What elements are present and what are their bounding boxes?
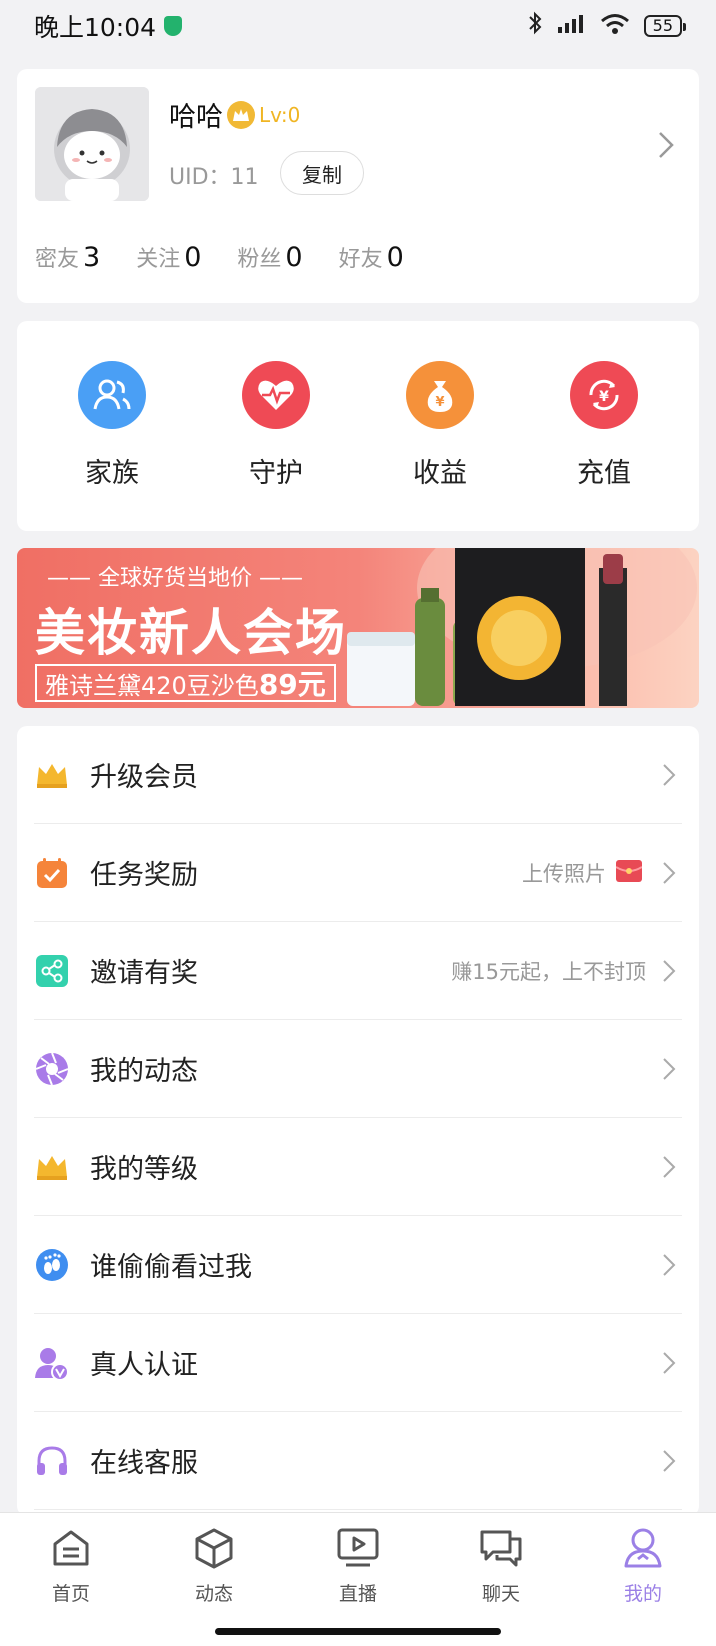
home-icon bbox=[53, 1530, 89, 1566]
chevron-right-icon bbox=[656, 857, 682, 889]
wifi-icon bbox=[600, 12, 630, 41]
menu-item-invite-rewards[interactable]: 邀请有奖 赚15元起，上不封顶 bbox=[34, 922, 682, 1020]
avatar[interactable] bbox=[35, 87, 149, 201]
copy-uid-button[interactable]: 复制 bbox=[280, 151, 364, 195]
heartbeat-icon bbox=[242, 361, 310, 429]
tab-live[interactable]: 直播 bbox=[313, 1527, 403, 1606]
chevron-right-icon bbox=[656, 1445, 682, 1477]
profile-icon bbox=[624, 1528, 662, 1568]
quick-action-label: 充值 bbox=[577, 458, 631, 489]
user-name: 哈哈 bbox=[169, 102, 223, 133]
menu-item-my-moments[interactable]: 我的动态 bbox=[34, 1020, 682, 1118]
chevron-right-icon bbox=[656, 1249, 682, 1281]
family-icon bbox=[78, 361, 146, 429]
tab-home[interactable]: 首页 bbox=[26, 1527, 116, 1606]
menu-item-real-person-verify[interactable]: 真人认证 bbox=[34, 1314, 682, 1412]
banner-offer: 雅诗兰黛420豆沙色 89元 bbox=[35, 664, 336, 702]
headset-icon bbox=[34, 1443, 70, 1479]
menu-item-online-service[interactable]: 在线客服 bbox=[34, 1412, 682, 1510]
svg-text:¥: ¥ bbox=[599, 389, 609, 405]
stat-following[interactable]: 关注 0 bbox=[136, 241, 201, 273]
menu-item-upgrade-vip[interactable]: 升级会员 bbox=[34, 726, 682, 824]
stat-close-friends[interactable]: 密友 3 bbox=[35, 241, 100, 273]
tab-chat[interactable]: 聊天 bbox=[456, 1527, 546, 1606]
menu-item-my-level[interactable]: 我的等级 bbox=[34, 1118, 682, 1216]
live-tv-icon bbox=[337, 1528, 379, 1567]
quick-action-family[interactable]: 家族 bbox=[57, 361, 167, 531]
chevron-right-icon bbox=[656, 1151, 682, 1183]
tab-moments[interactable]: 动态 bbox=[169, 1527, 259, 1606]
quick-actions-card: 家族 守护 ¥ 收益 ¥ 充值 bbox=[17, 321, 699, 531]
chevron-right-icon[interactable] bbox=[657, 129, 675, 165]
banner-title: 美妆新人会场 bbox=[35, 604, 347, 662]
chevron-right-icon bbox=[656, 759, 682, 791]
chevron-right-icon bbox=[656, 1053, 682, 1085]
status-bar: 晚上10:04 55 bbox=[0, 0, 716, 52]
promo-banner[interactable]: —— 全球好货当地价 —— 美妆新人会场 雅诗兰黛420豆沙色 89元 bbox=[17, 548, 699, 708]
quick-action-guard[interactable]: 守护 bbox=[221, 361, 331, 531]
user-name-row: 哈哈 Lv:0 bbox=[169, 95, 300, 134]
stat-fans[interactable]: 粉丝 0 bbox=[237, 241, 302, 273]
quick-action-label: 收益 bbox=[413, 458, 467, 489]
crown-icon bbox=[34, 757, 70, 793]
svg-text:¥: ¥ bbox=[435, 395, 444, 410]
task-note: 上传照片 bbox=[522, 861, 606, 886]
chevron-right-icon bbox=[656, 1347, 682, 1379]
tab-mine[interactable]: 我的 bbox=[598, 1527, 688, 1606]
user-id: UID：11 bbox=[169, 165, 259, 190]
bluetooth-icon bbox=[528, 11, 542, 41]
battery-indicator: 55 bbox=[643, 15, 687, 37]
signal-icon bbox=[556, 12, 586, 41]
chevron-right-icon bbox=[656, 955, 682, 987]
profile-card[interactable]: 哈哈 Lv:0 UID：11 复制 密友 3 关注 0 粉丝 0 好友 0 bbox=[17, 69, 699, 303]
footprint-icon bbox=[34, 1247, 70, 1283]
cosmetics-products-image bbox=[347, 548, 697, 706]
crown-icon bbox=[34, 1149, 70, 1185]
quick-action-earnings[interactable]: ¥ 收益 bbox=[385, 361, 495, 531]
quick-action-label: 家族 bbox=[85, 458, 139, 489]
share-icon bbox=[34, 953, 70, 989]
stats-row: 密友 3 关注 0 粉丝 0 好友 0 bbox=[35, 241, 404, 273]
stat-friends[interactable]: 好友 0 bbox=[339, 241, 404, 273]
menu-item-who-viewed-me[interactable]: 谁偷偷看过我 bbox=[34, 1216, 682, 1314]
recharge-icon: ¥ bbox=[570, 361, 638, 429]
money-bag-icon: ¥ bbox=[406, 361, 474, 429]
level-label: Lv:0 bbox=[259, 102, 301, 127]
banner-tag: —— 全球好货当地价 —— bbox=[47, 566, 303, 591]
level-badge-icon bbox=[227, 100, 255, 129]
quick-action-recharge[interactable]: ¥ 充值 bbox=[549, 361, 659, 531]
quick-action-label: 守护 bbox=[249, 458, 303, 489]
cube-icon bbox=[195, 1528, 233, 1569]
calendar-check-icon bbox=[34, 855, 70, 891]
home-indicator bbox=[215, 1628, 501, 1635]
menu-item-task-rewards[interactable]: 任务奖励 上传照片 bbox=[34, 824, 682, 922]
verified-user-icon bbox=[34, 1345, 70, 1381]
red-envelope-icon bbox=[615, 859, 643, 886]
status-time: 晚上10:04 bbox=[34, 13, 157, 42]
chat-icon bbox=[480, 1530, 522, 1567]
invite-note: 赚15元起，上不封顶 bbox=[451, 959, 646, 984]
shield-icon bbox=[164, 16, 183, 36]
bottom-tab-bar: 首页 动态 直播 聊天 我的 bbox=[0, 1512, 716, 1646]
menu-card: 升级会员 任务奖励 上传照片 邀请有奖 赚15元起，上不封顶 我的动态 我的等级 bbox=[17, 726, 699, 1516]
aperture-icon bbox=[34, 1051, 70, 1087]
